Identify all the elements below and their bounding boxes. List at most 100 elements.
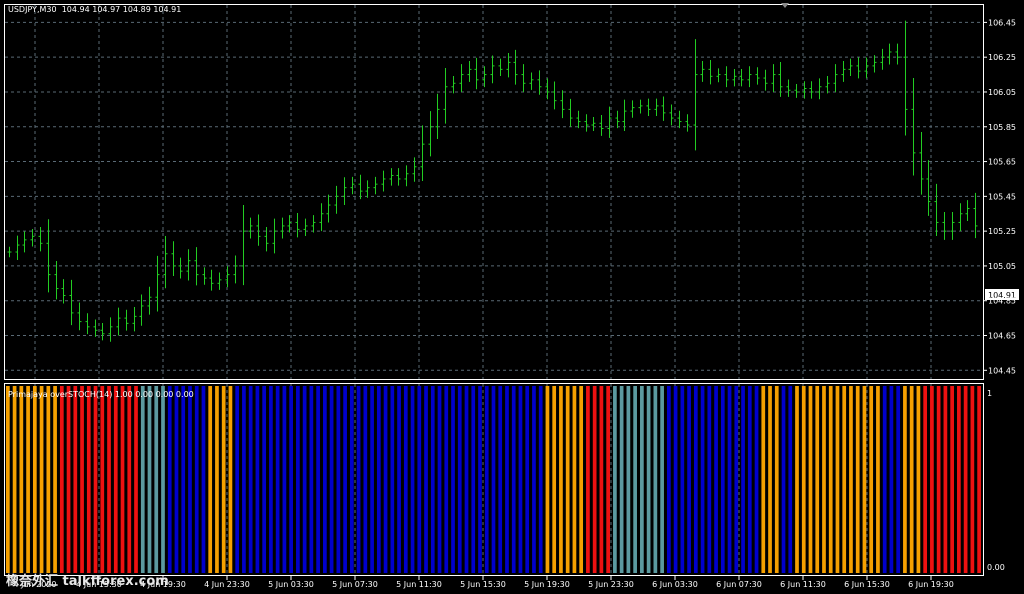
indicator-bar <box>228 386 233 573</box>
indicator-bar <box>943 386 948 573</box>
indicator-bar <box>363 386 368 573</box>
indicator-bar <box>572 386 577 573</box>
indicator-bar <box>862 386 867 573</box>
indicator-bar <box>869 386 874 573</box>
indicator-bar <box>855 386 860 573</box>
indicator-bar <box>505 386 509 573</box>
price-header: USDJPY,M30 104.94 104.97 104.89 104.91 <box>8 5 181 14</box>
y-tick-label: 104.85 <box>988 297 1016 306</box>
indicator-bar <box>491 386 496 573</box>
indicator-bar <box>93 386 98 573</box>
indicator-bar <box>390 386 395 573</box>
chart-canvas: 104.91 1 0.00 106.45106.25106.05105.8510… <box>4 3 1019 589</box>
indicator-bar <box>235 386 240 573</box>
indicator-bar <box>262 386 267 573</box>
x-tick-label: 5 Jun 19:30 <box>524 580 570 589</box>
indicator-bar <box>464 386 469 573</box>
indicator-bar <box>545 386 550 573</box>
indicator-bar <box>599 386 604 573</box>
indicator-bar <box>747 386 752 573</box>
indicator-bar <box>403 386 408 573</box>
indicator-bar <box>430 386 435 573</box>
indicator-bar <box>640 386 644 573</box>
indicator-bar <box>795 386 799 573</box>
indicator-scale-bottom: 0.00 <box>987 563 1005 572</box>
indicator-bar <box>80 386 84 573</box>
indicator-bar <box>19 386 24 573</box>
price-bars <box>7 20 978 342</box>
y-tick-label: 104.45 <box>988 366 1016 375</box>
indicator-bar <box>626 386 631 573</box>
indicator-bar <box>484 386 489 573</box>
y-tick-label: 106.45 <box>988 18 1016 27</box>
indicator-bar <box>113 386 118 573</box>
indicator-bar <box>511 386 516 573</box>
indicator-bar <box>167 386 172 573</box>
indicator-bar <box>181 386 186 573</box>
indicator-bar <box>376 386 381 573</box>
indicator-bar <box>828 386 833 573</box>
indicator-bar <box>835 386 840 573</box>
y-tick-label: 105.45 <box>988 192 1016 201</box>
indicator-bar <box>53 386 57 573</box>
chart-shift-marker[interactable] <box>781 3 789 8</box>
indicator-bar <box>525 386 530 573</box>
indicator-bar <box>296 386 300 573</box>
indicator-bar <box>161 386 165 573</box>
indicator-bar <box>579 386 584 573</box>
indicator-bar <box>282 386 287 573</box>
x-tick-label: 5 Jun 11:30 <box>396 580 442 589</box>
indicator-bar <box>147 386 152 573</box>
indicator-bar <box>248 386 253 573</box>
indicator-bar <box>538 386 543 573</box>
y-tick-label: 105.65 <box>988 158 1016 167</box>
indicator-bar <box>559 386 563 573</box>
indicator-bar <box>444 386 449 573</box>
indicator-bar <box>221 386 226 573</box>
indicator-bar <box>774 386 779 573</box>
indicator-bar <box>565 386 570 573</box>
indicator-bar <box>242 386 246 573</box>
indicator-bar <box>687 386 691 573</box>
indicator-bar <box>916 386 921 573</box>
indicator-bar <box>781 386 786 573</box>
indicator-bar <box>329 386 334 573</box>
indicator-bar <box>316 386 320 573</box>
indicator-bar <box>275 386 280 573</box>
indicator-bar <box>532 386 536 573</box>
indicator-bar <box>478 386 482 573</box>
indicator-bar <box>930 386 934 573</box>
indicator-bar <box>977 386 981 573</box>
indicator-bar <box>26 386 30 573</box>
indicator-bar <box>768 386 772 573</box>
indicator-bar <box>417 386 422 573</box>
indicator-bar <box>936 386 941 573</box>
indicator-bar <box>383 386 388 573</box>
y-tick-label: 105.25 <box>988 227 1016 236</box>
indicator-bar <box>343 386 347 573</box>
indicator-bar <box>86 386 91 573</box>
ohlc-values: 104.94 104.97 104.89 104.91 <box>61 5 182 14</box>
indicator-bar <box>815 386 820 573</box>
indicator-bar <box>666 386 671 573</box>
indicator-bar <box>903 386 907 573</box>
indicator-bar <box>32 386 37 573</box>
x-tick-label: 5 Jun 07:30 <box>332 580 378 589</box>
y-tick-label: 106.25 <box>988 53 1016 62</box>
indicator-bar <box>269 386 273 573</box>
x-tick-label: 6 Jun 07:30 <box>716 580 762 589</box>
indicator-bar <box>255 386 260 573</box>
indicator-bar <box>700 386 705 573</box>
indicator-bar <box>12 386 17 573</box>
y-tick-label: 105.85 <box>988 123 1016 132</box>
indicator-bar <box>518 386 523 573</box>
indicator-bar <box>788 386 793 573</box>
indicator-bar <box>127 386 132 573</box>
indicator-scale-top: 1 <box>987 389 992 398</box>
x-tick-label: 4 Jun 23:30 <box>204 580 250 589</box>
indicator-bar <box>876 386 880 573</box>
indicator-bar <box>896 386 901 573</box>
indicator-bar <box>100 386 105 573</box>
indicator-histogram <box>6 386 981 573</box>
indicator-bar <box>673 386 678 573</box>
